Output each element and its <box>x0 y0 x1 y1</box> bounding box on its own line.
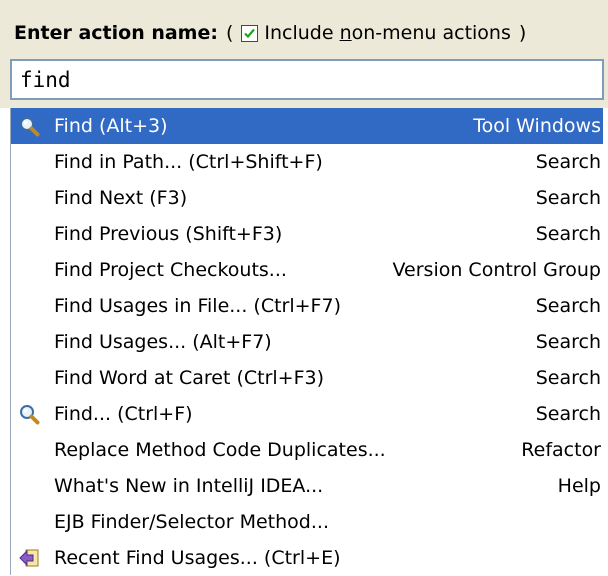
magnifier-icon <box>13 396 45 432</box>
action-label: Replace Method Code Duplicates... <box>54 439 386 461</box>
action-name-input[interactable] <box>12 61 602 98</box>
action-group: Help <box>557 475 601 497</box>
action-label: Find... (Ctrl+F) <box>54 403 193 425</box>
popup-left-margin <box>0 108 10 575</box>
magnifier-icon <box>13 108 45 144</box>
action-list-item[interactable]: EJB Finder/Selector Method... <box>11 504 603 540</box>
action-list-item[interactable]: Find in Path... (Ctrl+Shift+F) Search <box>11 144 603 180</box>
action-search-header: Enter action name: ( Include non-menu ac… <box>0 0 608 108</box>
action-label: Find Word at Caret (Ctrl+F3) <box>54 367 325 389</box>
search-field-frame <box>10 59 604 100</box>
recent-arrow-icon <box>13 540 45 576</box>
action-results-list[interactable]: Find (Alt+3) Tool Windows Find in Path... … <box>10 108 608 575</box>
action-group: Version Control Group <box>392 259 601 281</box>
action-list-item[interactable]: What's New in IntelliJ IDEA... Help <box>11 468 603 504</box>
action-group: Search <box>535 367 601 389</box>
action-label: Recent Find Usages... (Ctrl+E) <box>54 547 341 569</box>
action-list-item[interactable]: Recent Find Usages... (Ctrl+E) <box>11 540 603 576</box>
action-group: Tool Windows <box>473 115 601 137</box>
action-label: What's New in IntelliJ IDEA... <box>54 475 324 497</box>
icon-slot <box>13 324 45 360</box>
checkbox-label-mnemonic: n <box>339 22 352 44</box>
action-list-item[interactable]: Find... (Ctrl+F) Search <box>11 396 603 432</box>
action-list-item[interactable]: Find Previous (Shift+F3) Search <box>11 216 603 252</box>
action-label: Find Usages... (Alt+F7) <box>54 331 272 353</box>
action-label: Find in Path... (Ctrl+Shift+F) <box>54 151 323 173</box>
action-label: Find Next (F3) <box>54 187 188 209</box>
checkbox-label-pre: Include <box>264 22 340 44</box>
action-group: Search <box>535 187 601 209</box>
action-list-item[interactable]: Find (Alt+3) Tool Windows <box>11 108 603 144</box>
paren-close: ) <box>518 22 527 44</box>
action-group: Search <box>535 331 601 353</box>
paren-open: ( <box>225 22 234 44</box>
action-list-item[interactable]: Find Usages in File... (Ctrl+F7) Search <box>11 288 603 324</box>
checkbox-label-post: on-menu actions <box>351 22 511 44</box>
action-label: Find Previous (Shift+F3) <box>54 223 283 245</box>
action-list-item[interactable]: Find Next (F3) Search <box>11 180 603 216</box>
action-group: Refactor <box>521 439 601 461</box>
header-row: Enter action name: ( Include non-menu ac… <box>14 18 534 48</box>
icon-slot <box>13 288 45 324</box>
icon-slot <box>13 144 45 180</box>
action-group: Search <box>535 295 601 317</box>
action-label: Find Project Checkouts... <box>54 259 287 281</box>
action-group: Search <box>535 403 601 425</box>
action-label: EJB Finder/Selector Method... <box>54 511 329 533</box>
action-label: Find (Alt+3) <box>54 115 168 137</box>
icon-slot <box>13 432 45 468</box>
include-non-menu-checkbox[interactable] <box>241 24 259 42</box>
icon-slot <box>13 180 45 216</box>
action-list-item[interactable]: Find Usages... (Alt+F7) Search <box>11 324 603 360</box>
include-non-menu-label[interactable]: Include non-menu actions <box>264 22 510 44</box>
action-group: Search <box>535 223 601 245</box>
icon-slot <box>13 468 45 504</box>
action-list-item[interactable]: Find Project Checkouts... Version Control… <box>11 252 603 288</box>
action-group: Search <box>535 151 601 173</box>
icon-slot <box>13 360 45 396</box>
icon-slot <box>13 504 45 540</box>
action-list-item[interactable]: Replace Method Code Duplicates... Refacto… <box>11 432 603 468</box>
checkmark-icon <box>244 28 256 38</box>
icon-slot <box>13 252 45 288</box>
icon-slot <box>13 216 45 252</box>
action-list-item[interactable]: Find Word at Caret (Ctrl+F3) Search <box>11 360 603 396</box>
action-name-label: Enter action name: <box>14 22 218 44</box>
action-label: Find Usages in File... (Ctrl+F7) <box>54 295 341 317</box>
